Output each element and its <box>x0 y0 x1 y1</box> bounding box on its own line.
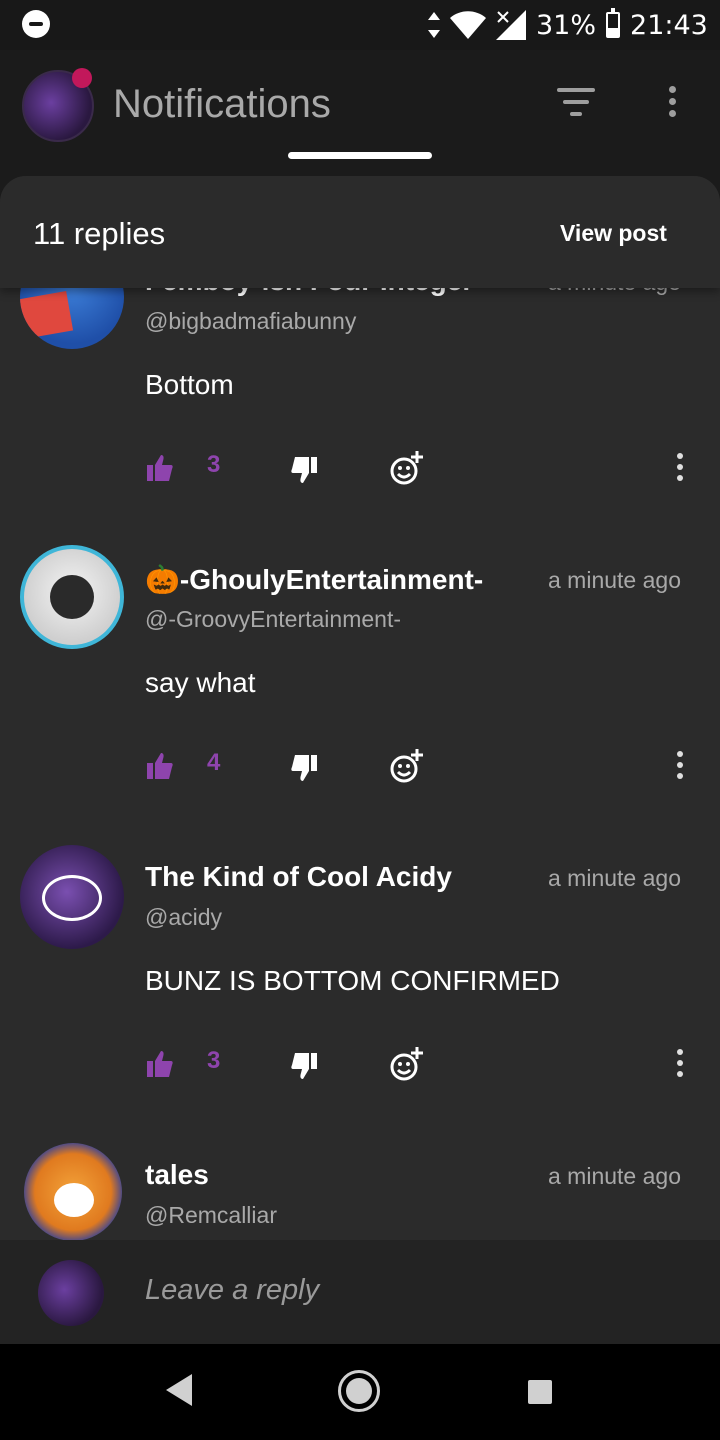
like-count: 4 <box>207 749 221 776</box>
replies-sheet: 11 replies View post Femboy-ish Four Int… <box>0 176 720 1344</box>
thumbs-up-icon[interactable] <box>147 1051 173 1077</box>
comment-body: BUNZ IS BOTTOM CONFIRMED <box>145 965 560 996</box>
back-icon[interactable] <box>166 1374 192 1406</box>
thumbs-down-icon[interactable] <box>291 457 317 483</box>
comment-actions: 3 <box>145 1047 695 1087</box>
replies-count: 11 replies <box>33 216 166 251</box>
add-reaction-icon[interactable] <box>389 1047 425 1083</box>
sheet-header: 11 replies View post <box>0 176 720 288</box>
battery-icon <box>606 8 621 38</box>
notification-dot <box>72 68 92 88</box>
reply-bar: Leave a reply <box>0 1240 720 1344</box>
comment-time: a minute ago <box>548 567 681 593</box>
comment-handle[interactable]: @-GroovyEntertainment- <box>145 606 401 633</box>
comment-handle[interactable]: @acidy <box>145 904 222 931</box>
reply-input[interactable]: Leave a reply <box>145 1274 319 1307</box>
clock: 21:43 <box>630 9 708 41</box>
comment-more-icon[interactable] <box>673 1049 687 1083</box>
system-nav-bar <box>0 1344 720 1440</box>
like-count: 3 <box>207 451 221 478</box>
page-title: Notifications <box>113 82 331 126</box>
recents-icon[interactable] <box>528 1380 552 1404</box>
app-bar: Notifications <box>0 50 720 175</box>
like-count: 3 <box>207 1047 221 1074</box>
wifi-icon <box>450 11 486 39</box>
dnd-icon <box>22 10 50 38</box>
comment-more-icon[interactable] <box>673 751 687 785</box>
home-icon[interactable] <box>338 1370 380 1412</box>
thumbs-down-icon[interactable] <box>291 755 317 781</box>
comment-author[interactable]: tales <box>145 1159 209 1191</box>
avatar[interactable] <box>20 845 124 949</box>
status-bar: 31% 21:43 <box>0 0 720 50</box>
thumbs-up-icon[interactable] <box>147 455 173 481</box>
data-arrows-icon <box>428 12 440 38</box>
comment-handle[interactable]: @bigbadmafiabunny <box>145 308 356 335</box>
status-icons: 31% 21:43 <box>428 8 708 42</box>
comment-actions: 4 <box>145 749 695 789</box>
sheet-drag-handle[interactable] <box>288 152 432 159</box>
comment-time: a minute ago <box>548 1163 681 1189</box>
comment-more-icon[interactable] <box>673 453 687 487</box>
more-vert-icon[interactable] <box>662 86 682 126</box>
filter-icon[interactable] <box>556 88 596 122</box>
add-reaction-icon[interactable] <box>389 451 425 487</box>
comment-body: Bottom <box>145 369 234 400</box>
avatar[interactable] <box>20 545 124 649</box>
battery-percent: 31% <box>536 9 597 41</box>
comment-author[interactable]: The Kind of Cool Acidy <box>145 861 452 893</box>
add-reaction-icon[interactable] <box>389 749 425 785</box>
signal-icon <box>496 10 526 40</box>
comment-time: a minute ago <box>548 865 681 891</box>
thumbs-up-icon[interactable] <box>147 753 173 779</box>
comment-actions: 3 <box>145 451 695 491</box>
comment-body: say what <box>145 667 256 698</box>
avatar <box>38 1260 104 1326</box>
thumbs-down-icon[interactable] <box>291 1053 317 1079</box>
avatar[interactable] <box>24 1143 122 1241</box>
view-post-button[interactable]: View post <box>560 220 667 247</box>
comment-item: The Kind of Cool Acidy a minute ago @aci… <box>0 831 720 1129</box>
comment-author[interactable]: 🎃-GhoulyEntertainment- <box>145 563 483 596</box>
comment-handle[interactable]: @Remcalliar <box>145 1202 277 1229</box>
comment-item: 🎃-GhoulyEntertainment- a minute ago @-Gr… <box>0 533 720 831</box>
